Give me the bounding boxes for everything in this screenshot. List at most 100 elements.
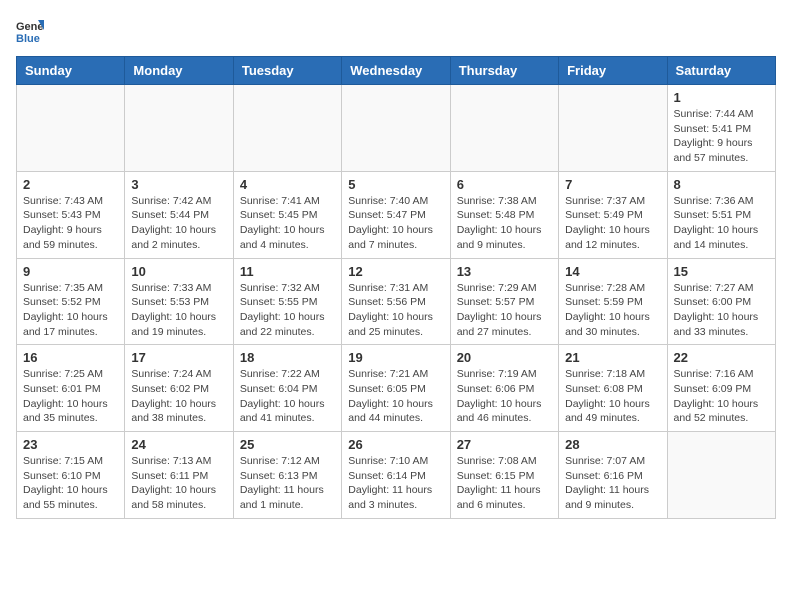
day-number: 21 (565, 350, 660, 365)
calendar-cell: 1Sunrise: 7:44 AM Sunset: 5:41 PM Daylig… (667, 85, 775, 172)
day-number: 15 (674, 264, 769, 279)
calendar-cell: 24Sunrise: 7:13 AM Sunset: 6:11 PM Dayli… (125, 432, 233, 519)
calendar-cell (342, 85, 450, 172)
calendar-cell (17, 85, 125, 172)
day-info: Sunrise: 7:28 AM Sunset: 5:59 PM Dayligh… (565, 281, 660, 340)
day-number: 7 (565, 177, 660, 192)
day-info: Sunrise: 7:42 AM Sunset: 5:44 PM Dayligh… (131, 194, 226, 253)
day-number: 6 (457, 177, 552, 192)
calendar-header-row: SundayMondayTuesdayWednesdayThursdayFrid… (17, 57, 776, 85)
day-number: 17 (131, 350, 226, 365)
day-info: Sunrise: 7:19 AM Sunset: 6:06 PM Dayligh… (457, 367, 552, 426)
day-number: 4 (240, 177, 335, 192)
calendar-cell: 28 Sunrise: 7:07 AM Sunset: 6:16 PM Dayli… (559, 432, 667, 519)
calendar-cell (450, 85, 558, 172)
calendar-cell: 17 Sunrise: 7:24 AM Sunset: 6:02 PM Dayli… (125, 345, 233, 432)
calendar-cell: 14 Sunrise: 7:28 AM Sunset: 5:59 PM Dayli… (559, 258, 667, 345)
day-info: Sunrise: 7:32 AM Sunset: 5:55 PM Dayligh… (240, 281, 335, 340)
day-number: 23 (23, 437, 118, 452)
day-number: 25 (240, 437, 335, 452)
calendar-cell: 22 Sunrise: 7:16 AM Sunset: 6:09 PM Dayli… (667, 345, 775, 432)
day-number: 24 (131, 437, 226, 452)
calendar-table: SundayMondayTuesdayWednesdayThursdayFrid… (16, 56, 776, 519)
calendar-cell: 12 Sunrise: 7:31 AM Sunset: 5:56 PM Dayli… (342, 258, 450, 345)
day-number: 16 (23, 350, 118, 365)
calendar-cell: 7 Sunrise: 7:37 AM Sunset: 5:49 PM Daylig… (559, 171, 667, 258)
day-info: Sunrise: 7:22 AM Sunset: 6:04 PM Dayligh… (240, 367, 335, 426)
calendar-week-row: 9 Sunrise: 7:35 AM Sunset: 5:52 PM Daylig… (17, 258, 776, 345)
day-number: 20 (457, 350, 552, 365)
calendar-weekday-saturday: Saturday (667, 57, 775, 85)
day-number: 27 (457, 437, 552, 452)
calendar-cell: 27Sunrise: 7:08 AM Sunset: 6:15 PM Dayli… (450, 432, 558, 519)
day-info: Sunrise: 7:29 AM Sunset: 5:57 PM Dayligh… (457, 281, 552, 340)
day-number: 26 (348, 437, 443, 452)
day-info: Sunrise: 7:41 AM Sunset: 5:45 PM Dayligh… (240, 194, 335, 253)
calendar-cell: 19 Sunrise: 7:21 AM Sunset: 6:05 PM Dayli… (342, 345, 450, 432)
day-number: 28 (565, 437, 660, 452)
logo: General Blue (16, 16, 48, 44)
calendar-cell: 10 Sunrise: 7:33 AM Sunset: 5:53 PM Dayli… (125, 258, 233, 345)
day-info: Sunrise: 7:10 AM Sunset: 6:14 PM Dayligh… (348, 454, 443, 513)
day-info: Sunrise: 7:35 AM Sunset: 5:52 PM Dayligh… (23, 281, 118, 340)
calendar-cell (233, 85, 341, 172)
calendar-week-row: 16Sunrise: 7:25 AM Sunset: 6:01 PM Dayli… (17, 345, 776, 432)
calendar-week-row: 2 Sunrise: 7:43 AM Sunset: 5:43 PM Daylig… (17, 171, 776, 258)
day-info: Sunrise: 7:43 AM Sunset: 5:43 PM Dayligh… (23, 194, 118, 253)
calendar-cell: 18 Sunrise: 7:22 AM Sunset: 6:04 PM Dayli… (233, 345, 341, 432)
calendar-cell: 21 Sunrise: 7:18 AM Sunset: 6:08 PM Dayli… (559, 345, 667, 432)
calendar-weekday-thursday: Thursday (450, 57, 558, 85)
day-info: Sunrise: 7:40 AM Sunset: 5:47 PM Dayligh… (348, 194, 443, 253)
day-info: Sunrise: 7:18 AM Sunset: 6:08 PM Dayligh… (565, 367, 660, 426)
calendar-cell: 26 Sunrise: 7:10 AM Sunset: 6:14 PM Dayli… (342, 432, 450, 519)
day-info: Sunrise: 7:15 AM Sunset: 6:10 PM Dayligh… (23, 454, 118, 513)
day-number: 19 (348, 350, 443, 365)
calendar-cell: 2 Sunrise: 7:43 AM Sunset: 5:43 PM Daylig… (17, 171, 125, 258)
day-number: 8 (674, 177, 769, 192)
day-number: 3 (131, 177, 226, 192)
day-info: Sunrise: 7:16 AM Sunset: 6:09 PM Dayligh… (674, 367, 769, 426)
calendar-cell (559, 85, 667, 172)
calendar-cell: 20 Sunrise: 7:19 AM Sunset: 6:06 PM Dayli… (450, 345, 558, 432)
day-number: 9 (23, 264, 118, 279)
calendar-weekday-sunday: Sunday (17, 57, 125, 85)
calendar-week-row: 1Sunrise: 7:44 AM Sunset: 5:41 PM Daylig… (17, 85, 776, 172)
calendar-cell: 23 Sunrise: 7:15 AM Sunset: 6:10 PM Dayli… (17, 432, 125, 519)
calendar-cell: 3 Sunrise: 7:42 AM Sunset: 5:44 PM Daylig… (125, 171, 233, 258)
calendar-weekday-tuesday: Tuesday (233, 57, 341, 85)
calendar-cell: 9 Sunrise: 7:35 AM Sunset: 5:52 PM Daylig… (17, 258, 125, 345)
day-number: 18 (240, 350, 335, 365)
calendar-week-row: 23 Sunrise: 7:15 AM Sunset: 6:10 PM Dayli… (17, 432, 776, 519)
day-info: Sunrise: 7:27 AM Sunset: 6:00 PM Dayligh… (674, 281, 769, 340)
calendar-cell: 6Sunrise: 7:38 AM Sunset: 5:48 PM Daylig… (450, 171, 558, 258)
day-number: 22 (674, 350, 769, 365)
day-number: 12 (348, 264, 443, 279)
day-info: Sunrise: 7:12 AM Sunset: 6:13 PM Dayligh… (240, 454, 335, 513)
calendar-weekday-monday: Monday (125, 57, 233, 85)
logo-icon: General Blue (16, 16, 44, 44)
day-number: 10 (131, 264, 226, 279)
day-info: Sunrise: 7:36 AM Sunset: 5:51 PM Dayligh… (674, 194, 769, 253)
calendar-weekday-friday: Friday (559, 57, 667, 85)
day-number: 5 (348, 177, 443, 192)
day-info: Sunrise: 7:07 AM Sunset: 6:16 PM Dayligh… (565, 454, 660, 513)
calendar-cell: 5 Sunrise: 7:40 AM Sunset: 5:47 PM Daylig… (342, 171, 450, 258)
calendar-cell: 25 Sunrise: 7:12 AM Sunset: 6:13 PM Dayli… (233, 432, 341, 519)
calendar-cell (125, 85, 233, 172)
calendar-cell: 8 Sunrise: 7:36 AM Sunset: 5:51 PM Daylig… (667, 171, 775, 258)
calendar-cell: 16Sunrise: 7:25 AM Sunset: 6:01 PM Dayli… (17, 345, 125, 432)
calendar-cell (667, 432, 775, 519)
calendar-cell: 15 Sunrise: 7:27 AM Sunset: 6:00 PM Dayli… (667, 258, 775, 345)
day-number: 11 (240, 264, 335, 279)
day-info: Sunrise: 7:21 AM Sunset: 6:05 PM Dayligh… (348, 367, 443, 426)
calendar-weekday-wednesday: Wednesday (342, 57, 450, 85)
day-number: 2 (23, 177, 118, 192)
day-info: Sunrise: 7:33 AM Sunset: 5:53 PM Dayligh… (131, 281, 226, 340)
day-number: 14 (565, 264, 660, 279)
day-info: Sunrise: 7:24 AM Sunset: 6:02 PM Dayligh… (131, 367, 226, 426)
day-info: Sunrise: 7:44 AM Sunset: 5:41 PM Dayligh… (674, 107, 769, 166)
day-info: Sunrise: 7:31 AM Sunset: 5:56 PM Dayligh… (348, 281, 443, 340)
svg-text:Blue: Blue (16, 33, 40, 44)
calendar-cell: 11 Sunrise: 7:32 AM Sunset: 5:55 PM Dayli… (233, 258, 341, 345)
day-info: Sunrise: 7:37 AM Sunset: 5:49 PM Dayligh… (565, 194, 660, 253)
